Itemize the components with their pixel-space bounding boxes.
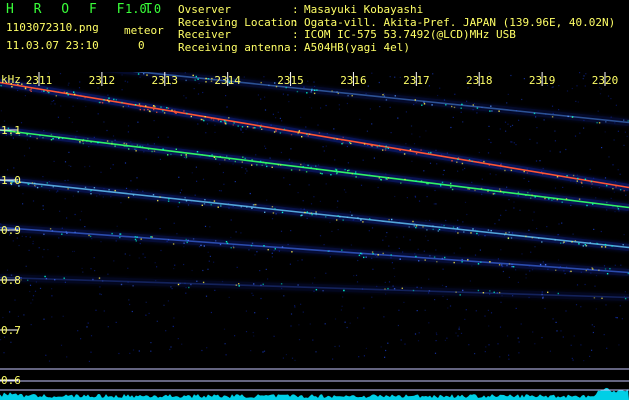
x-axis: 2311 2312 2313 2314 2315 2316 2317 2318 2319 2320 <box>26 72 619 87</box>
x-tick-label: 2313 <box>152 74 179 87</box>
x-tick-label: 2312 <box>89 74 116 87</box>
info-value: Ogata-vill. Akita-Pref. JAPAN (139.96E, … <box>304 15 616 29</box>
x-tick-label: 2319 <box>529 74 556 87</box>
spectrogram: 2311 2312 2313 2314 2315 2316 2317 2318 2319 2320… <box>0 72 629 400</box>
meteor-count: 0 <box>138 39 145 52</box>
info-separator: : <box>292 40 299 54</box>
y-tick-label: 1.0 <box>1 174 21 187</box>
y-tick-label: 0.9 <box>1 224 21 237</box>
meteor-label: meteor <box>124 24 164 37</box>
signal-trace <box>0 224 629 276</box>
y-axis: 1.1 1.0 0.9 0.8 0.7 0.6 <box>0 124 21 387</box>
station-info: Ovserver: Masayuki Kobayashi Receiving Lo… <box>178 3 616 55</box>
x-tick-label: 2320 <box>592 74 619 87</box>
signal-traces <box>0 72 629 301</box>
datetime: 11.03.07 23:10 <box>6 39 99 52</box>
info-separator: : <box>292 28 299 41</box>
x-tick-label: 2317 <box>403 74 430 87</box>
info-value: A504HB(yagi 4el) <box>304 40 410 54</box>
info-value: Masayuki Kobayashi <box>304 3 424 16</box>
spectrogram-canvas: 2311 2312 2313 2314 2315 2316 2317 2318 2319 2320… <box>0 72 629 400</box>
y-tick-label: 0.8 <box>1 274 21 287</box>
x-tick-label: 2315 <box>277 74 304 87</box>
x-tick-label: 2316 <box>340 74 367 87</box>
y-unit-label: kHz <box>1 73 21 86</box>
x-tick-label: 2314 <box>214 74 241 87</box>
y-tick-label: 1.1 <box>1 124 21 137</box>
y-tick-label: 0.7 <box>1 324 21 337</box>
app-header: H R O F F T 1.0.0 1103072310.png meteor … <box>0 0 170 72</box>
app-version: 1.0.0 <box>125 2 162 16</box>
info-key: Ovserver <box>178 3 231 16</box>
info-separator: : <box>292 3 299 16</box>
file-name: 1103072310.png <box>6 21 99 34</box>
info-key: Receiving antenna <box>178 40 291 54</box>
x-tick-label: 2311 <box>26 74 53 87</box>
y-tick-label: 0.6 <box>1 374 21 387</box>
x-tick-label: 2318 <box>466 74 493 87</box>
info-key: Receiver <box>178 28 231 41</box>
info-row-antenna: Receiving antenna: A504HB(yagi 4el) <box>178 40 615 55</box>
info-value: ICOM IC-575 53.7492(@LCD)MHz USB <box>304 28 516 41</box>
